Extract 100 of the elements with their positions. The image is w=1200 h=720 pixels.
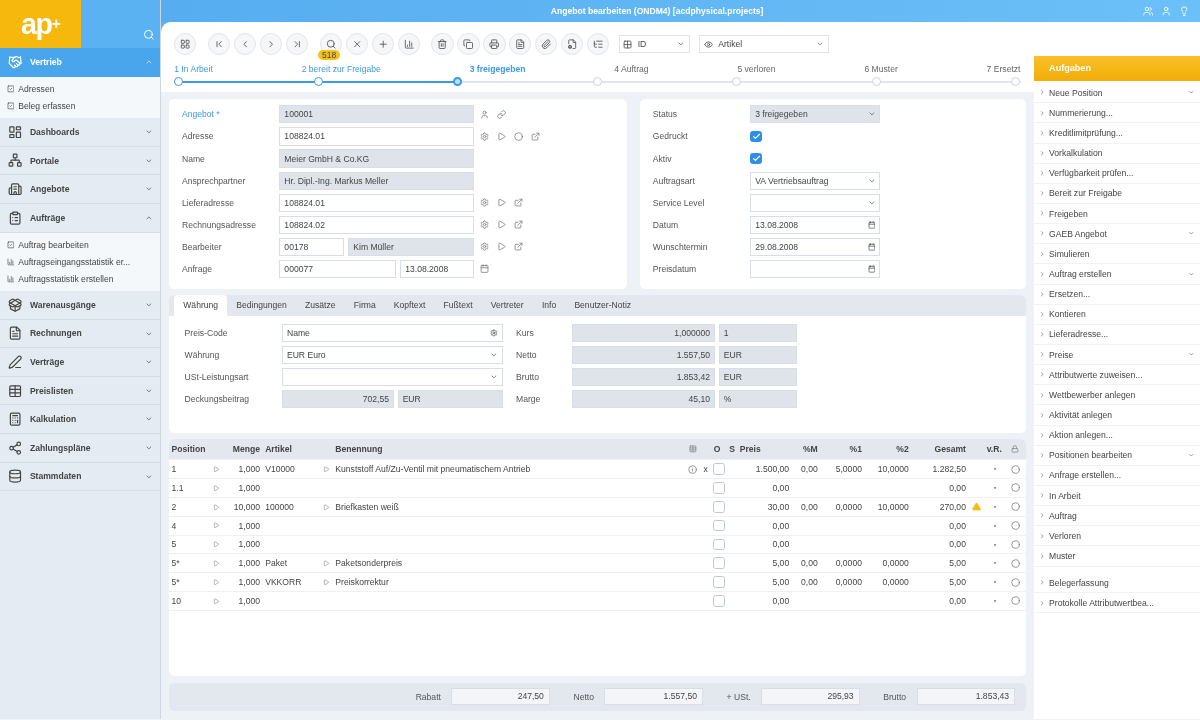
close-button[interactable] [345, 33, 368, 56]
grid-button[interactable] [174, 33, 197, 56]
print-button[interactable] [483, 33, 506, 56]
column-header[interactable]: Preis [737, 444, 792, 455]
tab[interactable]: Kopftext [384, 295, 435, 316]
task-item[interactable]: Verloren [1033, 526, 1200, 547]
first-button[interactable] [207, 33, 231, 56]
task-item[interactable]: Lieferadresse... [1033, 324, 1200, 345]
task-item[interactable]: Verfügbarkeit prüfen... [1033, 163, 1200, 184]
task-item[interactable]: Anfrage erstellen... [1033, 465, 1200, 486]
checkbox[interactable] [713, 463, 725, 475]
task-item[interactable]: Auftrag [1033, 506, 1200, 527]
step-label[interactable]: 7 Ersetzt [986, 63, 1021, 74]
text-field[interactable]: Name [282, 323, 504, 342]
text-field[interactable]: 108824.02 [279, 215, 475, 234]
text-field[interactable]: Hr. Dipl.-Ing. Markus Meller [279, 171, 475, 190]
next-button[interactable] [259, 33, 283, 56]
task-item[interactable]: Bereit zur Freigabe [1033, 183, 1200, 204]
column-header[interactable]: v.R. [984, 444, 1005, 455]
task-item[interactable]: Kreditlimitprüfung... [1033, 123, 1200, 144]
date-field[interactable]: 13.08.2008 [400, 259, 475, 278]
column-header[interactable]: S [726, 444, 738, 455]
task-item[interactable]: In Arbeit [1033, 486, 1200, 507]
dropdown[interactable] [750, 193, 881, 212]
document-button[interactable] [509, 33, 532, 56]
file-settings-button[interactable] [561, 33, 584, 56]
text-field[interactable]: 100001 [279, 105, 475, 124]
tab[interactable]: Benutzer-Notiz [565, 295, 641, 316]
task-item[interactable]: Muster [1033, 546, 1200, 567]
task-item[interactable]: Protokolle Attributwertbea... [1033, 593, 1200, 614]
tab[interactable]: Zusätze [295, 295, 345, 316]
text-field[interactable]: 108824.01 [279, 127, 475, 146]
previous-button[interactable] [233, 33, 257, 56]
tab[interactable]: Info [532, 295, 566, 316]
checkbox[interactable] [713, 557, 725, 570]
tab[interactable]: Währung [174, 295, 228, 316]
date-field[interactable] [750, 259, 881, 278]
checkbox[interactable] [713, 519, 725, 532]
task-item[interactable]: Ersetzen... [1033, 284, 1200, 305]
task-item[interactable]: Wettbewerber anlegen [1033, 385, 1200, 406]
task-item[interactable]: Positionen bearbeiten [1033, 445, 1200, 466]
dropdown[interactable]: 3 freigegeben [750, 105, 881, 124]
dropdown[interactable]: ID [618, 35, 690, 54]
column-header[interactable]: O [711, 444, 727, 455]
task-item[interactable]: Belegerfassung [1033, 573, 1200, 594]
step-label[interactable]: 5 verloren [737, 63, 776, 74]
task-item[interactable]: Auftrag erstellen [1033, 264, 1200, 285]
checkbox[interactable] [713, 576, 725, 588]
column-header[interactable]: Artikel [262, 444, 320, 455]
task-item[interactable]: Kontieren [1033, 304, 1200, 325]
text-field[interactable]: 00178 [279, 237, 345, 256]
task-item[interactable]: Freigeben [1033, 204, 1200, 225]
checkbox[interactable] [713, 595, 725, 607]
checkbox[interactable] [713, 538, 725, 551]
tab[interactable]: Firma [344, 295, 385, 316]
column-header[interactable]: Benennung [332, 444, 686, 455]
task-item[interactable]: Aktivität anlegen [1033, 405, 1200, 426]
attach-button[interactable] [535, 33, 558, 56]
checkbox[interactable] [750, 152, 762, 165]
step-label[interactable]: 4 Auftrag [614, 63, 649, 74]
dropdown[interactable]: EUR Euro [282, 345, 504, 364]
column-header[interactable]: %2 [864, 444, 912, 455]
column-header[interactable]: Gesamt [911, 444, 969, 455]
chart-button[interactable] [397, 33, 420, 56]
checkbox[interactable] [750, 130, 762, 143]
tree-button[interactable] [587, 33, 610, 56]
task-item[interactable]: Vorkalkulation [1033, 143, 1200, 164]
task-item[interactable]: Simulieren [1033, 244, 1200, 265]
text-field[interactable]: Meier GmbH & Co.KG [279, 149, 475, 168]
task-item[interactable]: Aktion anlegen... [1033, 425, 1200, 446]
checkbox[interactable] [713, 500, 725, 513]
add-button[interactable] [371, 33, 394, 56]
copy-button[interactable] [457, 33, 480, 56]
task-item[interactable]: Attributwerte zuweisen... [1033, 365, 1200, 386]
column-header[interactable]: Menge [223, 444, 263, 455]
dropdown[interactable] [282, 367, 504, 386]
tab[interactable]: Fußtext [434, 295, 482, 316]
dropdown[interactable]: VA Vertriebsauftrag [750, 171, 881, 190]
table-cell-text: 0,00 [948, 520, 967, 531]
text-field[interactable]: 108824.01 [279, 193, 475, 212]
text-field[interactable]: Kim Müller [348, 237, 475, 256]
delete-button[interactable] [431, 33, 454, 56]
column-header[interactable]: %1 [820, 444, 865, 455]
last-button[interactable] [285, 33, 308, 56]
tab[interactable]: Bedingungen [227, 295, 296, 316]
column-header[interactable]: Position [169, 444, 208, 455]
task-item[interactable]: Neue Position [1033, 83, 1200, 104]
text-field[interactable]: 000077 [279, 259, 397, 278]
checkbox[interactable] [713, 482, 725, 494]
column-header[interactable]: %M [791, 444, 821, 455]
date-field[interactable]: 29.08.2008 [750, 237, 881, 256]
task-item[interactable]: Preise [1033, 345, 1200, 366]
task-item[interactable]: Nummerierung... [1033, 103, 1200, 124]
task-item[interactable]: GAEB Angebot [1033, 224, 1200, 245]
dropdown[interactable]: Artikel [699, 35, 830, 54]
tab[interactable]: Vertreter [481, 295, 533, 316]
date-field[interactable]: 13.08.2008 [750, 215, 881, 234]
table-cell-text: 0,00 [948, 539, 967, 550]
step-label[interactable]: 6 Muster [864, 63, 898, 74]
field-label: Status [652, 109, 679, 120]
